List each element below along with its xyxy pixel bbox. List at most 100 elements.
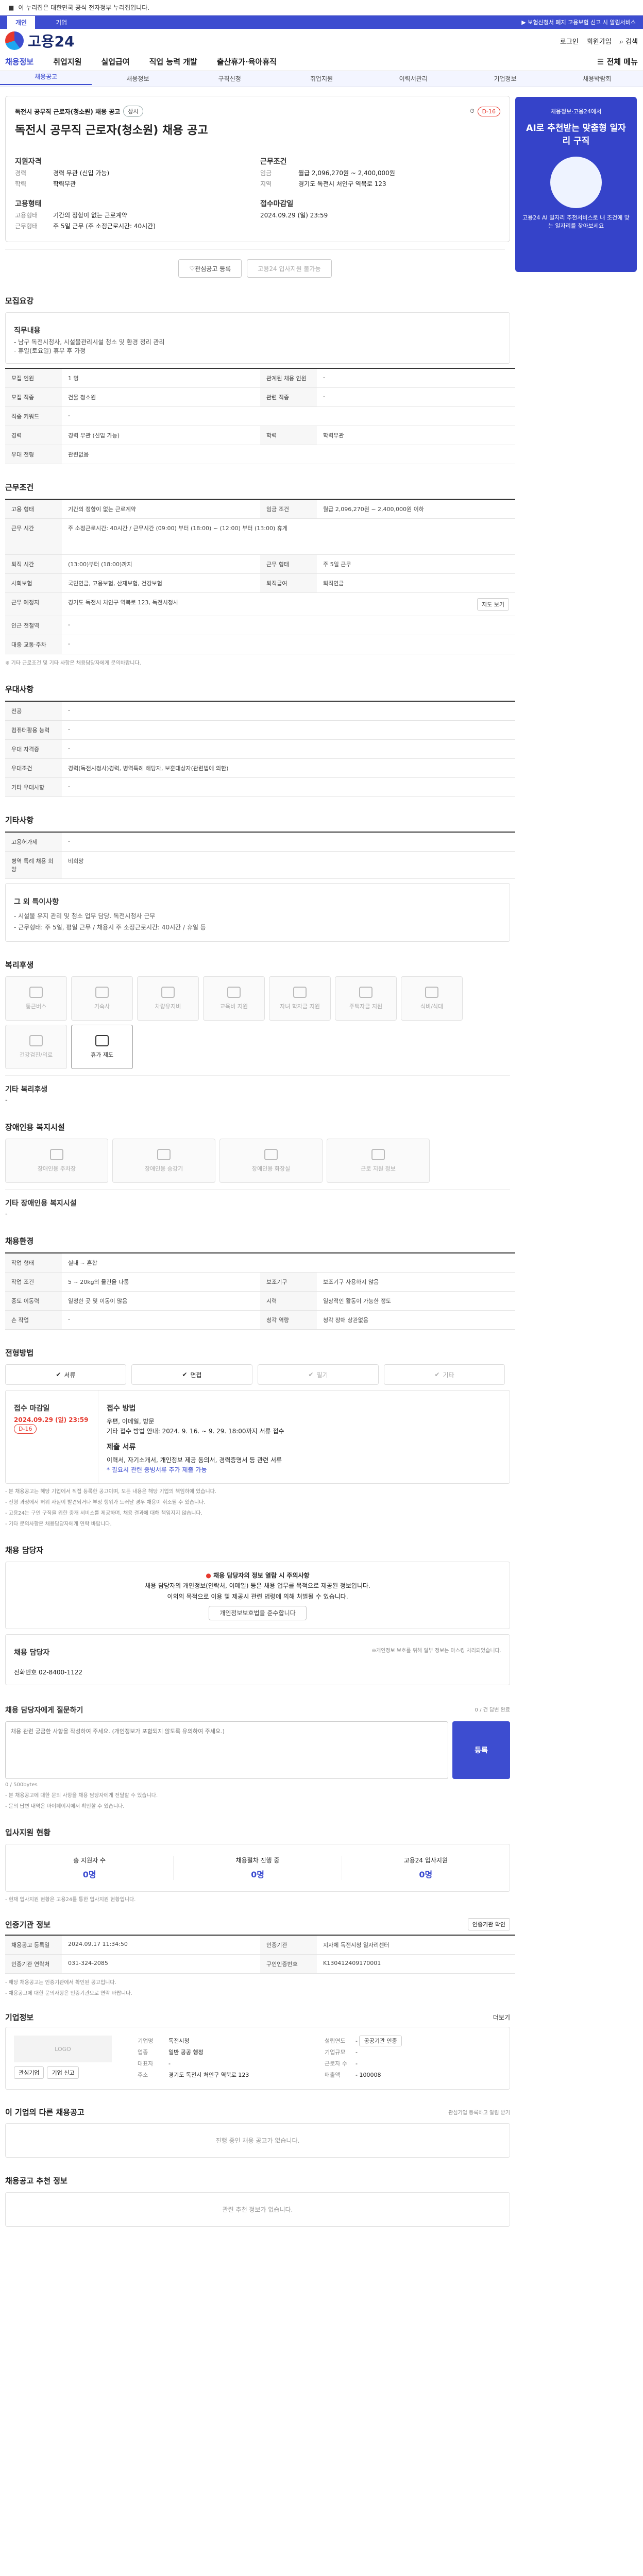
cap-icon	[293, 987, 307, 998]
disabled-section-title: 장애인용 복지시설	[5, 1123, 65, 1132]
gnb-item-support[interactable]: 취업지원	[53, 56, 81, 67]
map-button[interactable]: 지도 보기	[477, 598, 509, 611]
process-note: - 본 채용공고는 해당 기업에서 직접 등록한 공고이며, 모든 내용은 해당…	[5, 1488, 217, 1495]
company-section-title: 기업정보	[5, 2013, 34, 2023]
lnb-item-postings[interactable]: 채용공고	[0, 72, 92, 85]
follow-company-button[interactable]: 관심기업	[14, 2066, 44, 2079]
privacy-agree-button[interactable]: 개인정보보호법을 준수합니다	[209, 1606, 307, 1621]
welfare-tile-car: 차량유지비	[137, 976, 199, 1021]
phone-value[interactable]: 02-8400-1122	[39, 1669, 82, 1676]
org-check-button[interactable]: 인증기관 확인	[467, 1918, 510, 1931]
job-title: 독전시 공무직 근로자(청소원) 채용 공고	[15, 124, 208, 137]
lnb-item-company[interactable]: 기업정보	[459, 74, 551, 83]
tab-personal[interactable]: 개인	[7, 15, 36, 29]
deadline-dday: D-16	[14, 1424, 37, 1434]
ai-recommend-banner[interactable]: 채용정보·고용24에서 AI로 추천받는 맞춤형 일자리 구직 고용24 AI …	[515, 97, 637, 272]
pref-section-title: 우대사항	[5, 685, 34, 694]
notice-text: 이 누리집은 대한민국 공식 전자정부 누리집입니다.	[18, 4, 150, 11]
dday-badge: D-16	[477, 106, 500, 116]
flag-icon: ■	[8, 4, 14, 11]
stat-progress: 채용절차 진행 중 0명	[174, 1856, 342, 1880]
other-section-title: 기타사항	[5, 816, 34, 825]
table-row: 손 작업 - 청각 역량 청각 장애 상관없음	[5, 1311, 515, 1330]
process-note: - 기타 문의사항은 채용담당자에게 연락 바랍니다.	[5, 1521, 112, 1527]
inquiry-count: 0 / 건 답변 완료	[475, 1707, 510, 1713]
action-buttons: ♡ 관심공고 등록 고용24 입사지원 불가능	[5, 249, 505, 278]
deadline-value: 2024.09.29 (일) 23:59	[14, 1416, 89, 1424]
step-document: ✔ 서류	[5, 1364, 126, 1385]
alert-link[interactable]: ▶ 보험신청서 폐지 고용보험 신고 시 알림서비스	[521, 18, 636, 26]
employ-type-value: 기간의 정함이 없는 근로계약	[53, 212, 127, 219]
period-heading: 접수마감일	[260, 200, 294, 208]
inquiry-counter: 0 / 500bytes	[5, 1782, 38, 1788]
process-steps: ✔ 서류 ✔ 면접 ✔ 필기 ✔ 기타	[5, 1364, 510, 1385]
gnb-item-jobs[interactable]: 채용정보	[5, 56, 33, 67]
disabled-tile-parking: 장애인용 주차장	[5, 1139, 108, 1183]
process-detail: 접수 마감일 2024.09.29 (일) 23:59 D-16 접수 방법 우…	[5, 1390, 510, 1484]
job-desc-line: - 휴일(토요일) 휴무 후 가정	[14, 347, 86, 354]
company-more-link[interactable]: 더보기	[493, 2013, 510, 2022]
warn-line: 이외의 목적으로 이용 및 제공시 관련 법령에 의해 처벌될 수 있습니다.	[167, 1592, 348, 1600]
step-etc: ✔ 기타	[384, 1364, 505, 1385]
process-section-title: 전형방법	[5, 1348, 34, 1358]
table-row: 작업 조건 5 ~ 20kg의 물건을 다룸 보조기구 보조기구 사용하지 않음	[5, 1273, 515, 1292]
career-label: 경력	[15, 170, 27, 177]
alert-icon: ●	[206, 1571, 211, 1579]
gnb-item-unemployment[interactable]: 실업급여	[101, 56, 129, 67]
house-icon	[359, 987, 373, 998]
wage-label: 임금	[260, 170, 272, 177]
manager-contact: 채용 담당자 전화번호 02-8400-1122 ※개인정보 보호를 위해 일부…	[5, 1634, 510, 1686]
warn-line: 채용 담당자의 개인정보(연락처, 이메일) 등은 채용 업무를 목적으로 제공…	[145, 1582, 370, 1590]
login-link[interactable]: 로그인	[560, 36, 579, 46]
lnb-item-resume[interactable]: 이력서관리	[367, 74, 459, 83]
check-icon: ✔	[56, 1371, 61, 1379]
parking-icon	[50, 1149, 63, 1161]
table-row: 퇴직 시간 (13:00)부터 (18:00)까지 근무 형태 주 5일 근무	[5, 555, 515, 574]
manager-warning: ● 채용 담당자의 정보 열람 시 주의사항 채용 담당자의 개인정보(연락처,…	[5, 1561, 510, 1630]
table-row: 근무 예정지 경기도 독전시 처인구 역북로 123, 독전시청사 지도 보기	[5, 593, 515, 616]
other-line: - 시설물 유지 관리 및 청소 업무 담당. 독전시청사 근무	[14, 912, 156, 920]
table-row: 모집 인원 1 명 관계된 채용 인원 -	[5, 369, 515, 388]
inquiry-input[interactable]	[5, 1721, 448, 1780]
similar-section-title: 채용공고 추천 정보	[5, 2176, 67, 2186]
welfare-section-title: 복리후생	[5, 960, 34, 970]
signup-link[interactable]: 회원가입	[587, 36, 612, 46]
org-table: 채용공고 등록일 2024.09.17 11:34:50 인증기관 지자체 독전시청 …	[5, 1935, 515, 1974]
welfare-other-title: 기타 복리후생	[5, 1086, 48, 1094]
support-icon	[371, 1149, 385, 1161]
lnb-item-fair[interactable]: 채용박람회	[551, 74, 643, 83]
report-company-button[interactable]: 기업 신고	[47, 2066, 79, 2079]
search-icon[interactable]: ⌕ 검색	[620, 36, 638, 46]
welfare-tile-bus: 통근버스	[5, 976, 67, 1021]
other-jobs-empty: 진행 중인 채용 공고가 없습니다.	[5, 2123, 510, 2158]
company-header: 기업정보 더보기	[5, 2012, 510, 2023]
work-table: 고용 형태 기간의 정함이 없는 근로계약 임금 조건 월급 2,096,270원 ~…	[5, 499, 515, 654]
apply-stats: 총 지원자 수 0명 채용절차 진행 중 0명 고용24 입사지원 0명	[5, 1844, 510, 1892]
status-note: - 현재 입사지원 현황은 고용24를 통한 입사지원 현황입니다.	[5, 1897, 136, 1903]
top-user-tabs: 개인 기업 ▶ 보험신청서 폐지 고용보험 신고 시 알림서비스	[0, 15, 643, 29]
save-job-button[interactable]: ♡ 관심공고 등록	[178, 259, 242, 278]
company-code: 100008	[359, 2072, 381, 2079]
toilet-icon	[264, 1149, 278, 1161]
disabled-tile-support: 근로 지원 정보	[327, 1139, 430, 1183]
lnb-item-apply[interactable]: 구직신청	[184, 74, 276, 83]
inquiry-title: 채용 담당자에게 질문하기	[5, 1706, 83, 1715]
lnb-item-support[interactable]: 취업지원	[276, 74, 367, 83]
table-row: 중도 이동력 일정한 곳 및 이동이 많음 시력 일상적인 활동이 가능한 정도	[5, 1292, 515, 1311]
step-interview: ✔ 면접	[131, 1364, 252, 1385]
tab-company[interactable]: 기업	[56, 18, 67, 27]
gnb-item-training[interactable]: 직업 능력 개발	[149, 56, 197, 67]
work-type-value: 주 5일 근무 (주 소정근로시간: 40시간)	[53, 223, 156, 230]
apply-button[interactable]: 고용24 입사지원 불가능	[247, 259, 332, 278]
job-desc-title: 직무내용	[14, 327, 41, 335]
other-jobs-right[interactable]: 관심기업 등록하고 알림 받기	[448, 2108, 510, 2116]
content: 독전시 공무직 근로자(청소원) 채용 공고 상시 ⏱ D-16 독전시 공무직…	[0, 92, 515, 2247]
gnb-item-leave[interactable]: 출산휴가·육아휴직	[217, 56, 277, 67]
lnb-item-info[interactable]: 채용정보	[92, 74, 183, 83]
all-menu-button[interactable]: ☰ 전체 메뉴	[597, 56, 638, 67]
logo[interactable]: 고용24	[5, 30, 75, 51]
inquiry-submit-button[interactable]: 등록	[452, 1721, 510, 1780]
table-row: 전공 -	[5, 702, 515, 721]
lnb: 채용공고 채용정보 구직신청 취업지원 이력서관리 기업정보 채용박람회	[0, 71, 643, 87]
pref-table: 전공 - 컴퓨터활용 능력 - 우대 자격증 - 우대조건 경력(독전시청사)경력, 병…	[5, 701, 515, 797]
